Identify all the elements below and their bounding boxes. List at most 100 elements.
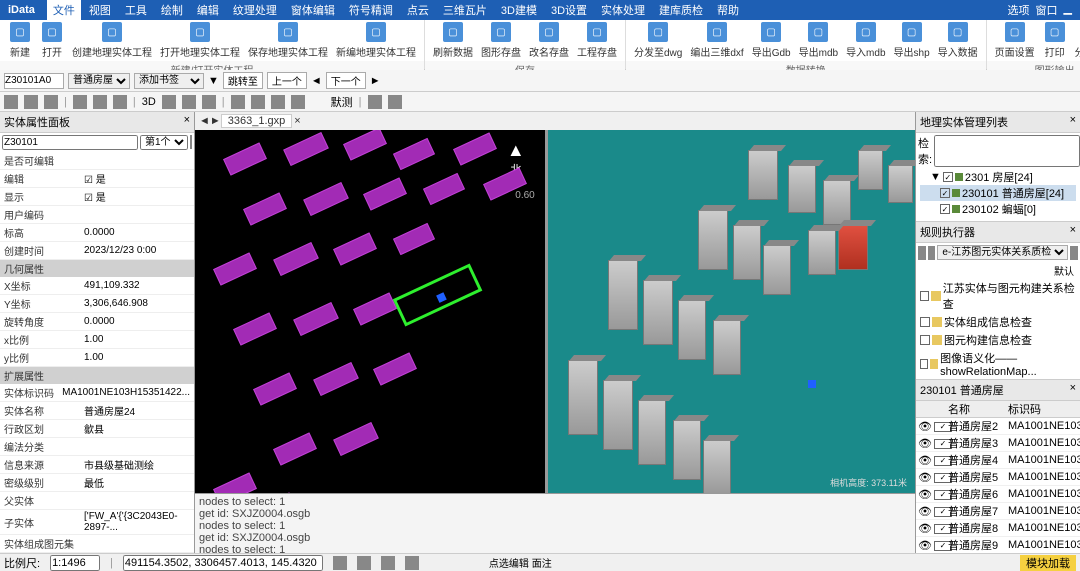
prop-value[interactable]: ['FW_A'{'{3C2043E0-2897-... [80,510,194,534]
entity-type-combo[interactable]: 普通房屋 [68,73,130,89]
eye-icon[interactable]: 👁 [916,488,934,501]
prop-row[interactable]: X坐标491,109.332 [0,277,194,295]
building-2d[interactable] [423,173,465,205]
ribbon-button[interactable]: ▢页面设置 [991,22,1039,59]
checkbox-icon[interactable]: ✓ [940,204,950,214]
prop-value[interactable]: 普通房屋24 [80,402,194,419]
menu-item[interactable]: 视图 [83,0,117,20]
prop-row[interactable]: 创建时间2023/12/23 0:00 [0,242,194,260]
tool-icon[interactable] [93,95,107,109]
prop-row[interactable]: 标高0.0000 [0,224,194,242]
building-3d[interactable] [748,150,778,200]
prop-row[interactable]: Y坐标3,306,646.908 [0,295,194,313]
building-2d[interactable] [253,492,297,493]
building-2d[interactable] [393,138,435,170]
prop-value[interactable]: 最低 [80,474,194,491]
prop-value[interactable] [80,214,194,216]
menu-item[interactable]: 工具 [119,0,153,20]
menu-item[interactable]: 帮助 [711,0,745,20]
menu-item[interactable]: 点云 [401,0,435,20]
prop-row[interactable]: 旋转角度0.0000 [0,313,194,331]
tool-icon[interactable] [24,95,38,109]
tool-icon[interactable] [44,95,58,109]
menu-item[interactable]: 三维瓦片 [437,0,493,20]
prop-row[interactable]: 信息来源市县级基础测绘 [0,456,194,474]
menu-item[interactable]: 纹理处理 [227,0,283,20]
minimize-icon[interactable]: ▁ [1064,2,1072,18]
rule-item[interactable]: 江苏实体与图元构建关系检查 [916,279,1080,313]
tool-icon[interactable] [113,95,127,109]
prop-value[interactable]: 市县级基础测绘 [80,456,194,473]
building-3d[interactable] [638,400,666,465]
building-2d[interactable] [213,472,257,493]
building-2d[interactable] [393,263,483,326]
building-2d[interactable] [253,372,297,405]
building-3d[interactable] [823,180,851,225]
tool-icon[interactable] [182,95,196,109]
viewport-2d[interactable]: ▲北8° 0.60 [195,130,545,493]
prop-value[interactable]: 0.0000 [80,226,194,239]
building-3d[interactable] [568,360,598,435]
ribbon-button[interactable]: ▢导出mdb [795,22,842,59]
more-icon[interactable] [1070,246,1078,260]
prop-value[interactable]: 歙县 [80,420,194,437]
next-button[interactable]: 下一个 [326,72,366,89]
reload-icon[interactable] [918,246,926,260]
building-2d[interactable] [233,312,277,345]
tool-icon[interactable] [388,95,402,109]
checkbox-icon[interactable] [920,359,928,369]
checkbox-icon[interactable] [920,317,930,327]
building-3d[interactable] [713,320,741,375]
prop-value[interactable] [80,543,194,545]
eye-icon[interactable]: 👁 [916,539,934,552]
list-item[interactable]: 👁✓普通房屋6MA1001NE103H1535... [916,486,1080,503]
rule-item[interactable]: 实体组成信息检查 [916,313,1080,331]
building-2d[interactable] [393,223,435,255]
building-2d[interactable] [283,132,329,166]
status-icon[interactable] [333,556,347,570]
building-2d[interactable] [293,302,339,336]
ribbon-button[interactable]: ▢新编地理实体工程 [332,22,420,59]
prop-value[interactable]: 2023/12/23 0:00 [80,244,194,257]
prop-row[interactable]: 实体标识码MA1001NE103H15351422... [0,384,194,402]
eye-icon[interactable]: 👁 [916,437,934,450]
building-3d[interactable] [698,210,728,270]
panel-close-icon[interactable]: × [1070,382,1076,398]
eye-icon[interactable]: 👁 [916,471,934,484]
status-icon[interactable] [405,556,419,570]
building-2d[interactable] [223,142,267,175]
search-input[interactable] [934,135,1080,167]
tool-icon[interactable] [162,95,176,109]
ribbon-button[interactable]: ▢刷新数据 [429,22,477,59]
tool-icon[interactable] [231,95,245,109]
prop-row[interactable]: 子实体['FW_A'{'{3C2043E0-2897-... [0,510,194,535]
tool-icon[interactable] [368,95,382,109]
mode-3d-label[interactable]: 3D [142,96,156,108]
prop-row[interactable]: 显示☑ 是 [0,188,194,206]
menu-item[interactable]: 编辑 [191,0,225,20]
tree-item[interactable]: ✓230102 蝙蝠[0] [920,201,1076,217]
tool-icon[interactable] [73,95,87,109]
tool-icon[interactable] [251,95,265,109]
building-3d[interactable] [643,280,673,345]
panel-close-icon[interactable]: × [1070,224,1076,240]
building-2d[interactable] [343,130,387,161]
menu-item[interactable]: 绘制 [155,0,189,20]
prop-value[interactable]: 491,109.332 [80,279,194,292]
ribbon-button[interactable]: ▢编出三维dxf [686,22,747,59]
ribbon-button[interactable]: ▢导出Gdb [748,22,795,59]
prop-value[interactable]: 1.00 [80,351,194,364]
prop-row[interactable]: 密级级别最低 [0,474,194,492]
building-2d[interactable] [453,132,497,165]
checkbox-icon[interactable] [920,335,930,345]
file-tab[interactable]: 3363_1.gxp [221,114,293,128]
col-name[interactable]: 名称 [948,401,1008,417]
checkbox-icon[interactable] [920,291,929,301]
building-2d[interactable] [303,182,349,216]
coords-input[interactable] [123,555,323,571]
prop-row[interactable]: 编法分类 [0,438,194,456]
building-2d[interactable] [333,232,377,265]
ribbon-button[interactable]: ▢导入mdb [842,22,889,59]
building-2d[interactable] [213,252,257,285]
building-3d[interactable] [808,230,836,275]
